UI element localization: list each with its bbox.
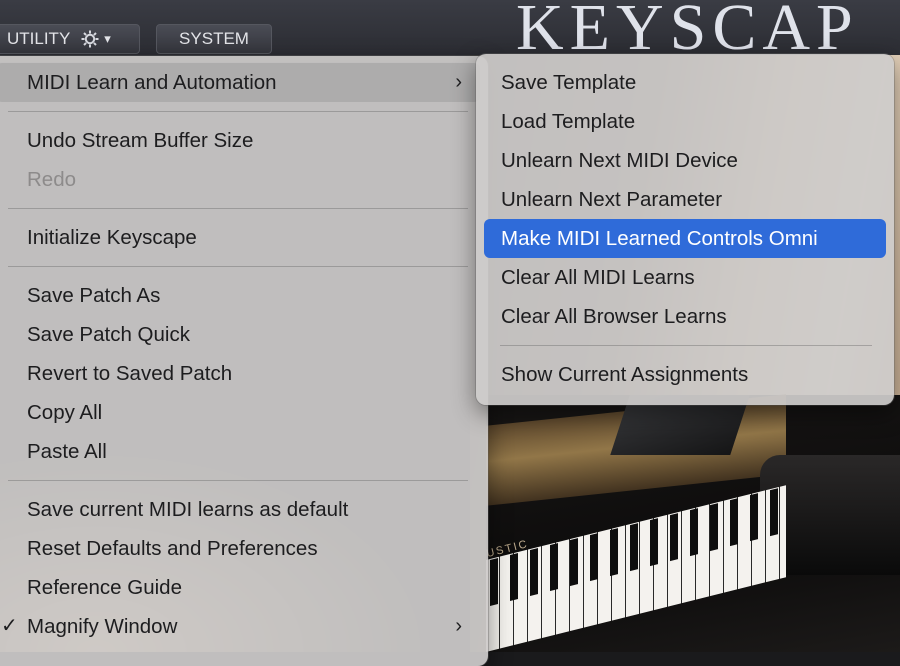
menu-item-label: Initialize Keyscape (27, 226, 197, 249)
menu-item-label: Unlearn Next Parameter (501, 188, 723, 211)
submenu-item-save-template[interactable]: Save Template (476, 63, 894, 102)
chevron-right-icon: › (455, 615, 462, 637)
menu-item-save-patch-quick[interactable]: Save Patch Quick (0, 315, 488, 354)
menu-item-paste-all[interactable]: Paste All (0, 432, 488, 471)
chevron-right-icon: › (455, 71, 462, 93)
gear-icon (81, 30, 99, 48)
submenu-item-show-current-assignments[interactable]: Show Current Assignments (476, 355, 894, 394)
menu-item-label: Undo Stream Buffer Size (27, 129, 254, 152)
menu-item-save-patch-as[interactable]: Save Patch As (0, 276, 488, 315)
submenu-item-clear-all-midi-learns[interactable]: Clear All MIDI Learns (476, 258, 894, 297)
menu-item-label: Paste All (27, 440, 107, 463)
menu-item-label: Clear All Browser Learns (501, 305, 727, 328)
menu-item-reset-defaults[interactable]: Reset Defaults and Preferences (0, 529, 488, 568)
utility-menu-button[interactable]: UTILITY ▾ (0, 24, 140, 54)
menu-item-label: Unlearn Next MIDI Device (501, 149, 738, 172)
submenu-item-unlearn-next-parameter[interactable]: Unlearn Next Parameter (476, 180, 894, 219)
menu-item-midi-learn-automation[interactable]: MIDI Learn and Automation › (0, 63, 480, 102)
submenu-item-clear-all-browser-learns[interactable]: Clear All Browser Learns (476, 297, 894, 336)
menu-item-label: Revert to Saved Patch (27, 362, 233, 385)
checkmark-icon: ✓ (1, 615, 18, 637)
menu-item-label: Show Current Assignments (501, 363, 749, 386)
menu-item-save-midi-learns-default[interactable]: Save current MIDI learns as default (0, 490, 488, 529)
submenu-item-make-midi-learned-omni[interactable]: Make MIDI Learned Controls Omni (484, 219, 886, 258)
menu-item-label: Load Template (501, 110, 636, 133)
menu-item-label: Save current MIDI learns as default (27, 498, 349, 521)
menu-item-redo: Redo (0, 160, 488, 199)
menu-item-copy-all[interactable]: Copy All (0, 393, 488, 432)
menu-item-undo[interactable]: Undo Stream Buffer Size (0, 121, 488, 160)
menu-separator (8, 111, 468, 112)
utility-label: UTILITY (7, 29, 71, 48)
menu-item-label: Save Patch As (27, 284, 161, 307)
menu-separator (8, 480, 468, 481)
menu-item-label: Save Patch Quick (27, 323, 190, 346)
midi-learn-submenu: Save Template Load Template Unlearn Next… (476, 54, 894, 405)
menu-item-label: Redo (27, 168, 77, 191)
menu-item-reference-guide[interactable]: Reference Guide (0, 568, 488, 607)
submenu-item-unlearn-next-midi-device[interactable]: Unlearn Next MIDI Device (476, 141, 894, 180)
menu-separator (500, 345, 872, 346)
submenu-item-load-template[interactable]: Load Template (476, 102, 894, 141)
menu-item-label: Save Template (501, 71, 637, 94)
menu-item-label: Copy All (27, 401, 103, 424)
menu-item-label: Clear All MIDI Learns (501, 266, 695, 289)
menu-item-label: Make MIDI Learned Controls Omni (501, 227, 818, 250)
menu-item-label: Reference Guide (27, 576, 182, 599)
utility-dropdown-menu: MIDI Learn and Automation › Undo Stream … (0, 56, 488, 666)
menu-item-label: Reset Defaults and Preferences (27, 537, 318, 560)
menu-item-revert-to-saved-patch[interactable]: Revert to Saved Patch (0, 354, 488, 393)
menu-separator (8, 266, 468, 267)
menu-item-label: MIDI Learn and Automation (27, 71, 277, 94)
menu-item-magnify-window[interactable]: ✓ Magnify Window › (0, 607, 488, 646)
menu-item-label: Magnify Window (27, 615, 178, 638)
system-menu-button[interactable]: SYSTEM (156, 24, 272, 54)
chevron-down-icon: ▾ (104, 31, 111, 46)
menu-item-initialize-keyscape[interactable]: Initialize Keyscape (0, 218, 488, 257)
menu-separator (8, 208, 468, 209)
